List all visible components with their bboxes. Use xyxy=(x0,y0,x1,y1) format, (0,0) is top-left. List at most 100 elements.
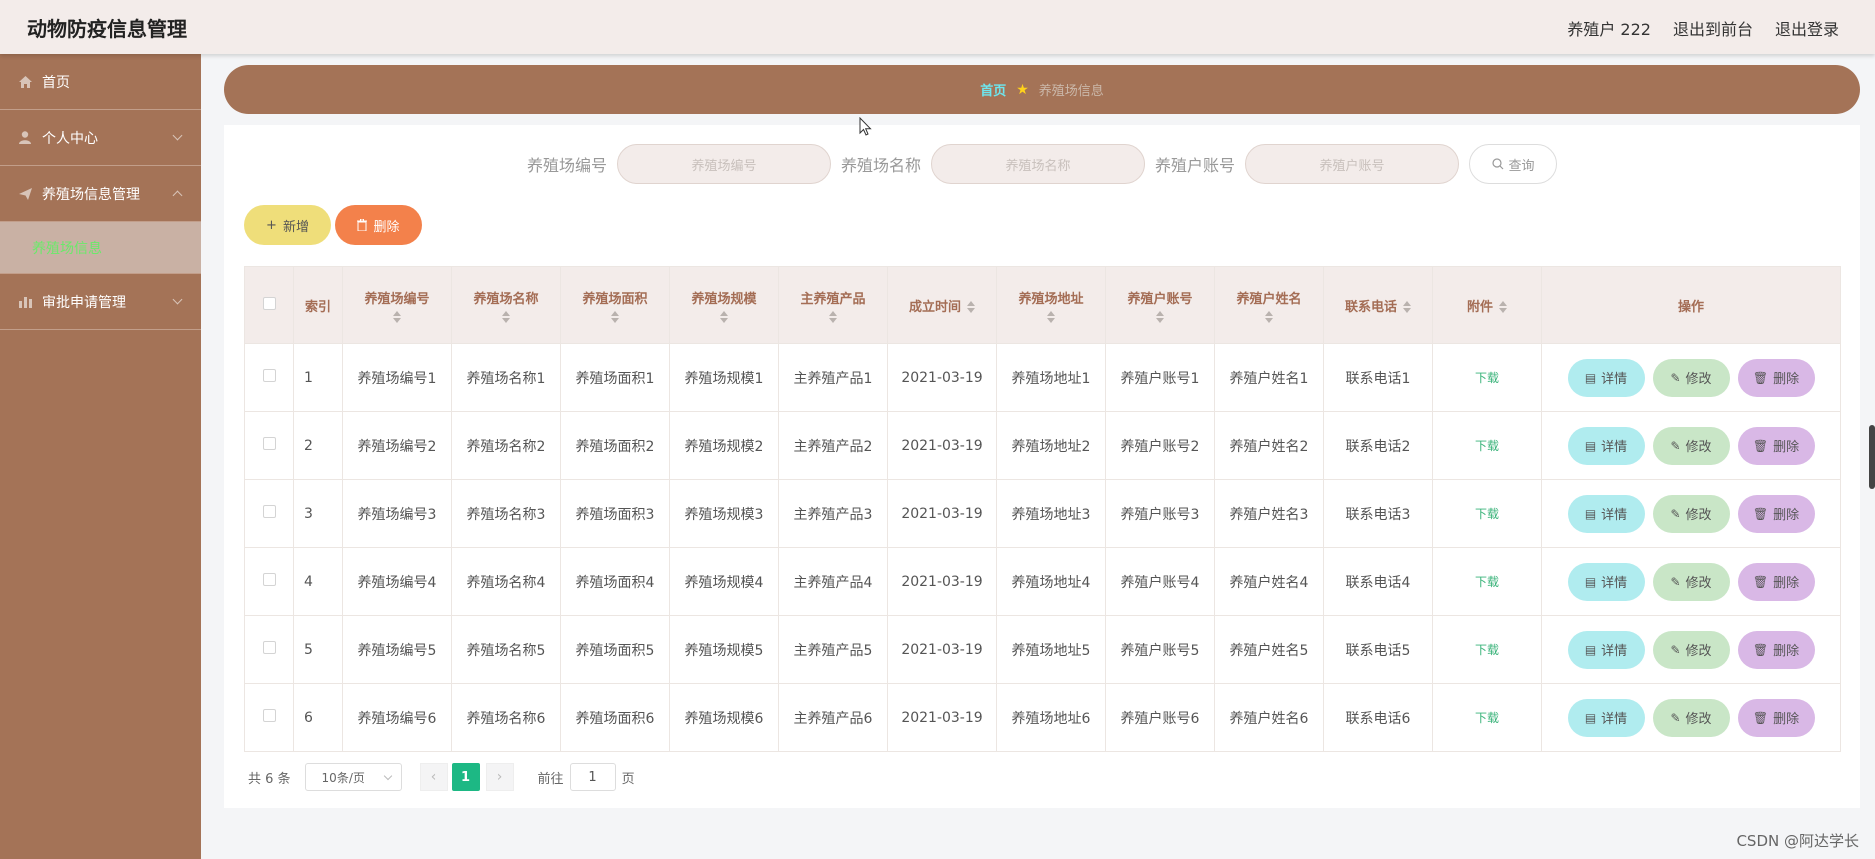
row-checkbox[interactable] xyxy=(262,573,276,586)
row-checkbox[interactable] xyxy=(262,641,276,654)
delete-row-button[interactable]: 🗑 删除 xyxy=(1737,698,1815,737)
chevron-down-icon xyxy=(172,130,183,141)
table-row: 3 养殖场编号3 养殖场名称3 养殖场面积3 养殖场规模3 主养殖产品3 2021-03-1… xyxy=(244,479,1841,548)
add-button[interactable]: + 新增 xyxy=(244,205,331,245)
sidebar-subitem-farm-info[interactable]: 养殖场信息 xyxy=(0,222,201,274)
farm-name-input[interactable]: 养殖场名称 xyxy=(931,144,1145,184)
column-header[interactable]: 养殖场规模 xyxy=(669,266,779,344)
delete-row-button[interactable]: 🗑 删除 xyxy=(1737,562,1815,601)
sort-icon[interactable] xyxy=(967,301,975,313)
table-cell: 6 xyxy=(293,683,343,752)
farm-number-input[interactable]: 养殖场编号 xyxy=(616,144,831,184)
sidebar-item-farm-info-management[interactable]: 养殖场信息管理 xyxy=(0,166,201,222)
table-cell: 养殖场地址2 xyxy=(996,411,1106,480)
edit-button[interactable]: ✎ 修改 xyxy=(1652,494,1730,533)
column-header[interactable]: 成立时间 xyxy=(887,266,997,344)
column-header[interactable]: 联系电话 xyxy=(1323,266,1433,344)
detail-button[interactable]: ▤ 详情 xyxy=(1567,358,1645,397)
delete-row-button[interactable]: 🗑 删除 xyxy=(1737,630,1815,669)
sort-icon[interactable] xyxy=(1499,301,1507,313)
farm-name-label: 养殖场名称 xyxy=(840,156,921,175)
detail-button[interactable]: ▤ 详情 xyxy=(1567,698,1645,737)
sort-icon[interactable] xyxy=(1156,310,1164,323)
detail-button[interactable]: ▤ 详情 xyxy=(1567,494,1645,533)
sidebar-item-home[interactable]: 首页 xyxy=(0,54,201,110)
current-user: 养殖户 222 xyxy=(1567,20,1651,39)
sort-icon[interactable] xyxy=(1047,310,1055,323)
sort-icon[interactable] xyxy=(829,310,837,323)
column-header: 操作 xyxy=(1541,266,1841,344)
attachment-cell: 下载 xyxy=(1432,411,1542,480)
download-link[interactable]: 下载 xyxy=(1475,711,1499,725)
breadcrumb-home[interactable]: 首页 xyxy=(980,80,1006,99)
row-checkbox[interactable] xyxy=(262,369,276,382)
column-header[interactable]: 养殖户姓名 xyxy=(1214,266,1324,344)
detail-button[interactable]: ▤ 详情 xyxy=(1567,630,1645,669)
detail-button[interactable]: ▤ 详情 xyxy=(1567,426,1645,465)
page-number-current[interactable]: 1 xyxy=(451,763,480,791)
back-to-front-link[interactable]: 退出到前台 xyxy=(1673,16,1753,40)
sort-icon[interactable] xyxy=(611,310,619,323)
batch-delete-button[interactable]: 删除 xyxy=(335,205,422,245)
sort-icon[interactable] xyxy=(1265,310,1273,323)
table-row: 2 养殖场编号2 养殖场名称2 养殖场面积2 养殖场规模2 主养殖产品2 2021-03-1… xyxy=(244,411,1841,480)
column-header[interactable]: 主养殖产品 xyxy=(778,266,888,344)
column-header[interactable]: 养殖户账号 xyxy=(1105,266,1215,344)
sort-icon[interactable] xyxy=(720,310,728,323)
column-header[interactable]: 养殖场地址 xyxy=(996,266,1106,344)
logout-link[interactable]: 退出登录 xyxy=(1775,16,1839,40)
row-checkbox[interactable] xyxy=(262,709,276,722)
edit-button[interactable]: ✎ 修改 xyxy=(1652,630,1730,669)
delete-row-button[interactable]: 🗑 删除 xyxy=(1737,426,1815,465)
next-page-button[interactable]: › xyxy=(485,763,514,791)
table-cell: 养殖场地址6 xyxy=(996,683,1106,752)
select-all-cell xyxy=(244,266,294,344)
table-cell: 养殖场编号6 xyxy=(342,683,452,752)
download-link[interactable]: 下载 xyxy=(1475,439,1499,453)
table-cell: 3 xyxy=(293,479,343,548)
edit-button[interactable]: ✎ 修改 xyxy=(1652,698,1730,737)
table-cell: 养殖场编号2 xyxy=(342,411,452,480)
sort-icon[interactable] xyxy=(502,310,510,323)
query-button[interactable]: 查询 xyxy=(1469,144,1558,184)
trash-icon: 🗑 xyxy=(1752,370,1769,385)
table-cell: 主养殖产品4 xyxy=(778,547,888,616)
sort-icon[interactable] xyxy=(393,310,401,323)
row-checkbox[interactable] xyxy=(262,505,276,518)
download-link[interactable]: 下载 xyxy=(1475,643,1499,657)
goto-page-input[interactable]: 1 xyxy=(569,763,616,791)
top-bar-actions: 养殖户 222 退出到前台 退出登录 xyxy=(1545,16,1839,40)
download-link[interactable]: 下载 xyxy=(1475,507,1499,521)
sidebar-item-personal-center[interactable]: 个人中心 xyxy=(0,110,201,166)
column-header[interactable]: 养殖场编号 xyxy=(342,266,452,344)
sort-icon[interactable] xyxy=(1403,301,1411,313)
action-buttons: + 新增 删除 xyxy=(244,205,422,245)
detail-button[interactable]: ▤ 详情 xyxy=(1567,562,1645,601)
chevron-up-icon xyxy=(172,190,183,201)
table-cell: 养殖户姓名2 xyxy=(1214,411,1324,480)
select-all-checkbox[interactable] xyxy=(262,296,276,310)
scrollbar[interactable] xyxy=(1869,425,1875,489)
chevron-down-icon xyxy=(172,294,183,305)
table-cell: 2021-03-19 xyxy=(887,615,997,684)
prev-page-button[interactable]: ‹ xyxy=(419,763,448,791)
attachment-cell: 下载 xyxy=(1432,615,1542,684)
delete-row-button[interactable]: 🗑 删除 xyxy=(1737,494,1815,533)
table-cell: 联系电话5 xyxy=(1323,615,1433,684)
edit-button[interactable]: ✎ 修改 xyxy=(1652,358,1730,397)
table-cell: 养殖场面积1 xyxy=(560,343,670,412)
sidebar-item-approval-management[interactable]: 审批申请管理 xyxy=(0,274,201,330)
column-header[interactable]: 养殖场名称 xyxy=(451,266,561,344)
page-size-select[interactable]: 10条/页 xyxy=(304,763,402,791)
column-header[interactable]: 附件 xyxy=(1432,266,1542,344)
delete-row-button[interactable]: 🗑 删除 xyxy=(1737,358,1815,397)
table-cell: 养殖场编号3 xyxy=(342,479,452,548)
edit-button[interactable]: ✎ 修改 xyxy=(1652,426,1730,465)
row-checkbox[interactable] xyxy=(262,437,276,450)
farmer-account-input[interactable]: 养殖户账号 xyxy=(1245,144,1460,184)
column-header[interactable]: 养殖场面积 xyxy=(560,266,670,344)
download-link[interactable]: 下载 xyxy=(1475,371,1499,385)
watermark: CSDN @阿达学长 xyxy=(1736,832,1859,850)
download-link[interactable]: 下载 xyxy=(1475,575,1499,589)
edit-button[interactable]: ✎ 修改 xyxy=(1652,562,1730,601)
